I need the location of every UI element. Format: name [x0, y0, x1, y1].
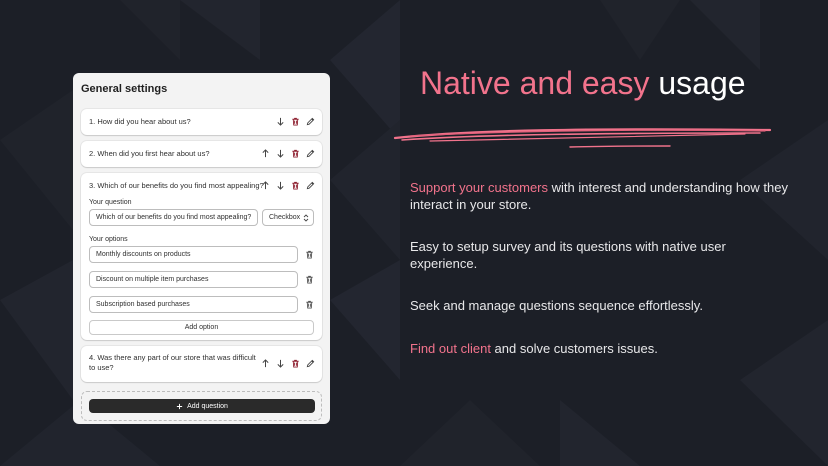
- headline-accent: Native and easy: [420, 65, 650, 101]
- arrow-down-icon[interactable]: [275, 116, 286, 127]
- question-type-select[interactable]: Checkbox: [262, 209, 314, 226]
- feature-1-accent: Support your customers: [410, 180, 549, 195]
- question-label-3: 3. Which of our benefits do you find mos…: [89, 181, 264, 190]
- feature-3: Seek and manage questions sequence effor…: [410, 297, 790, 314]
- question-label-4: 4. Was there any part of our store that …: [89, 353, 256, 372]
- add-question-label: Add question: [187, 402, 228, 410]
- question-card-4[interactable]: 4. Was there any part of our store that …: [81, 346, 322, 382]
- option-input-3[interactable]: Subscription based purchases: [89, 296, 298, 313]
- plus-icon: [176, 403, 183, 409]
- trash-icon[interactable]: [290, 180, 301, 191]
- option-input-1[interactable]: Monthly discounts on products: [89, 246, 298, 263]
- arrow-up-icon[interactable]: [260, 148, 271, 159]
- feature-1: Support your customers with interest and…: [410, 179, 790, 213]
- pencil-icon[interactable]: [305, 116, 316, 127]
- arrow-up-icon[interactable]: [260, 358, 271, 369]
- question-card-2[interactable]: 2. When did you first hear about us?: [81, 141, 322, 167]
- feature-4-accent: Find out client: [410, 341, 491, 356]
- feature-4-text: and solve customers issues.: [490, 341, 658, 356]
- pencil-icon[interactable]: [305, 148, 316, 159]
- add-option-button[interactable]: Add option: [89, 320, 314, 335]
- feature-3-text: Seek and manage questions sequence effor…: [410, 298, 703, 313]
- arrow-down-icon[interactable]: [275, 180, 286, 191]
- your-question-label: Your question: [89, 199, 132, 206]
- settings-panel: General settings 1. How did you hear abo…: [73, 73, 330, 424]
- trash-icon[interactable]: [290, 358, 301, 369]
- add-question-button[interactable]: Add question: [89, 399, 315, 413]
- arrow-up-icon[interactable]: [260, 180, 271, 191]
- question-card-3[interactable]: 3. Which of our benefits do you find mos…: [81, 173, 322, 340]
- question-label-1: 1. How did you hear about us?: [89, 117, 191, 126]
- headline: Native and easy usage: [420, 65, 746, 102]
- pencil-icon[interactable]: [305, 358, 316, 369]
- feature-2-text: Easy to setup survey and its questions w…: [410, 239, 726, 271]
- arrow-down-icon[interactable]: [275, 148, 286, 159]
- trash-icon[interactable]: [303, 298, 316, 311]
- feature-2: Easy to setup survey and its questions w…: [410, 238, 790, 272]
- question-card-1[interactable]: 1. How did you hear about us?: [81, 109, 322, 135]
- chevron-updown-icon: [303, 213, 309, 222]
- pencil-icon[interactable]: [305, 180, 316, 191]
- option-input-2[interactable]: Discount on multiple item purchases: [89, 271, 298, 288]
- trash-icon[interactable]: [290, 148, 301, 159]
- feature-4: Find out client and solve customers issu…: [410, 340, 790, 357]
- headline-rest: usage: [649, 65, 746, 101]
- your-options-label: Your options: [89, 236, 128, 243]
- underline-scribble: [393, 128, 772, 148]
- trash-icon[interactable]: [303, 273, 316, 286]
- trash-icon[interactable]: [303, 248, 316, 261]
- add-question-zone: Add question: [81, 391, 322, 421]
- question-type-value: Checkbox: [269, 214, 301, 221]
- panel-title: General settings: [81, 83, 168, 95]
- arrow-down-icon[interactable]: [275, 358, 286, 369]
- question-label-2: 2. When did you first hear about us?: [89, 149, 210, 158]
- trash-icon[interactable]: [290, 116, 301, 127]
- question-input[interactable]: Which of our benefits do you find most a…: [89, 209, 258, 226]
